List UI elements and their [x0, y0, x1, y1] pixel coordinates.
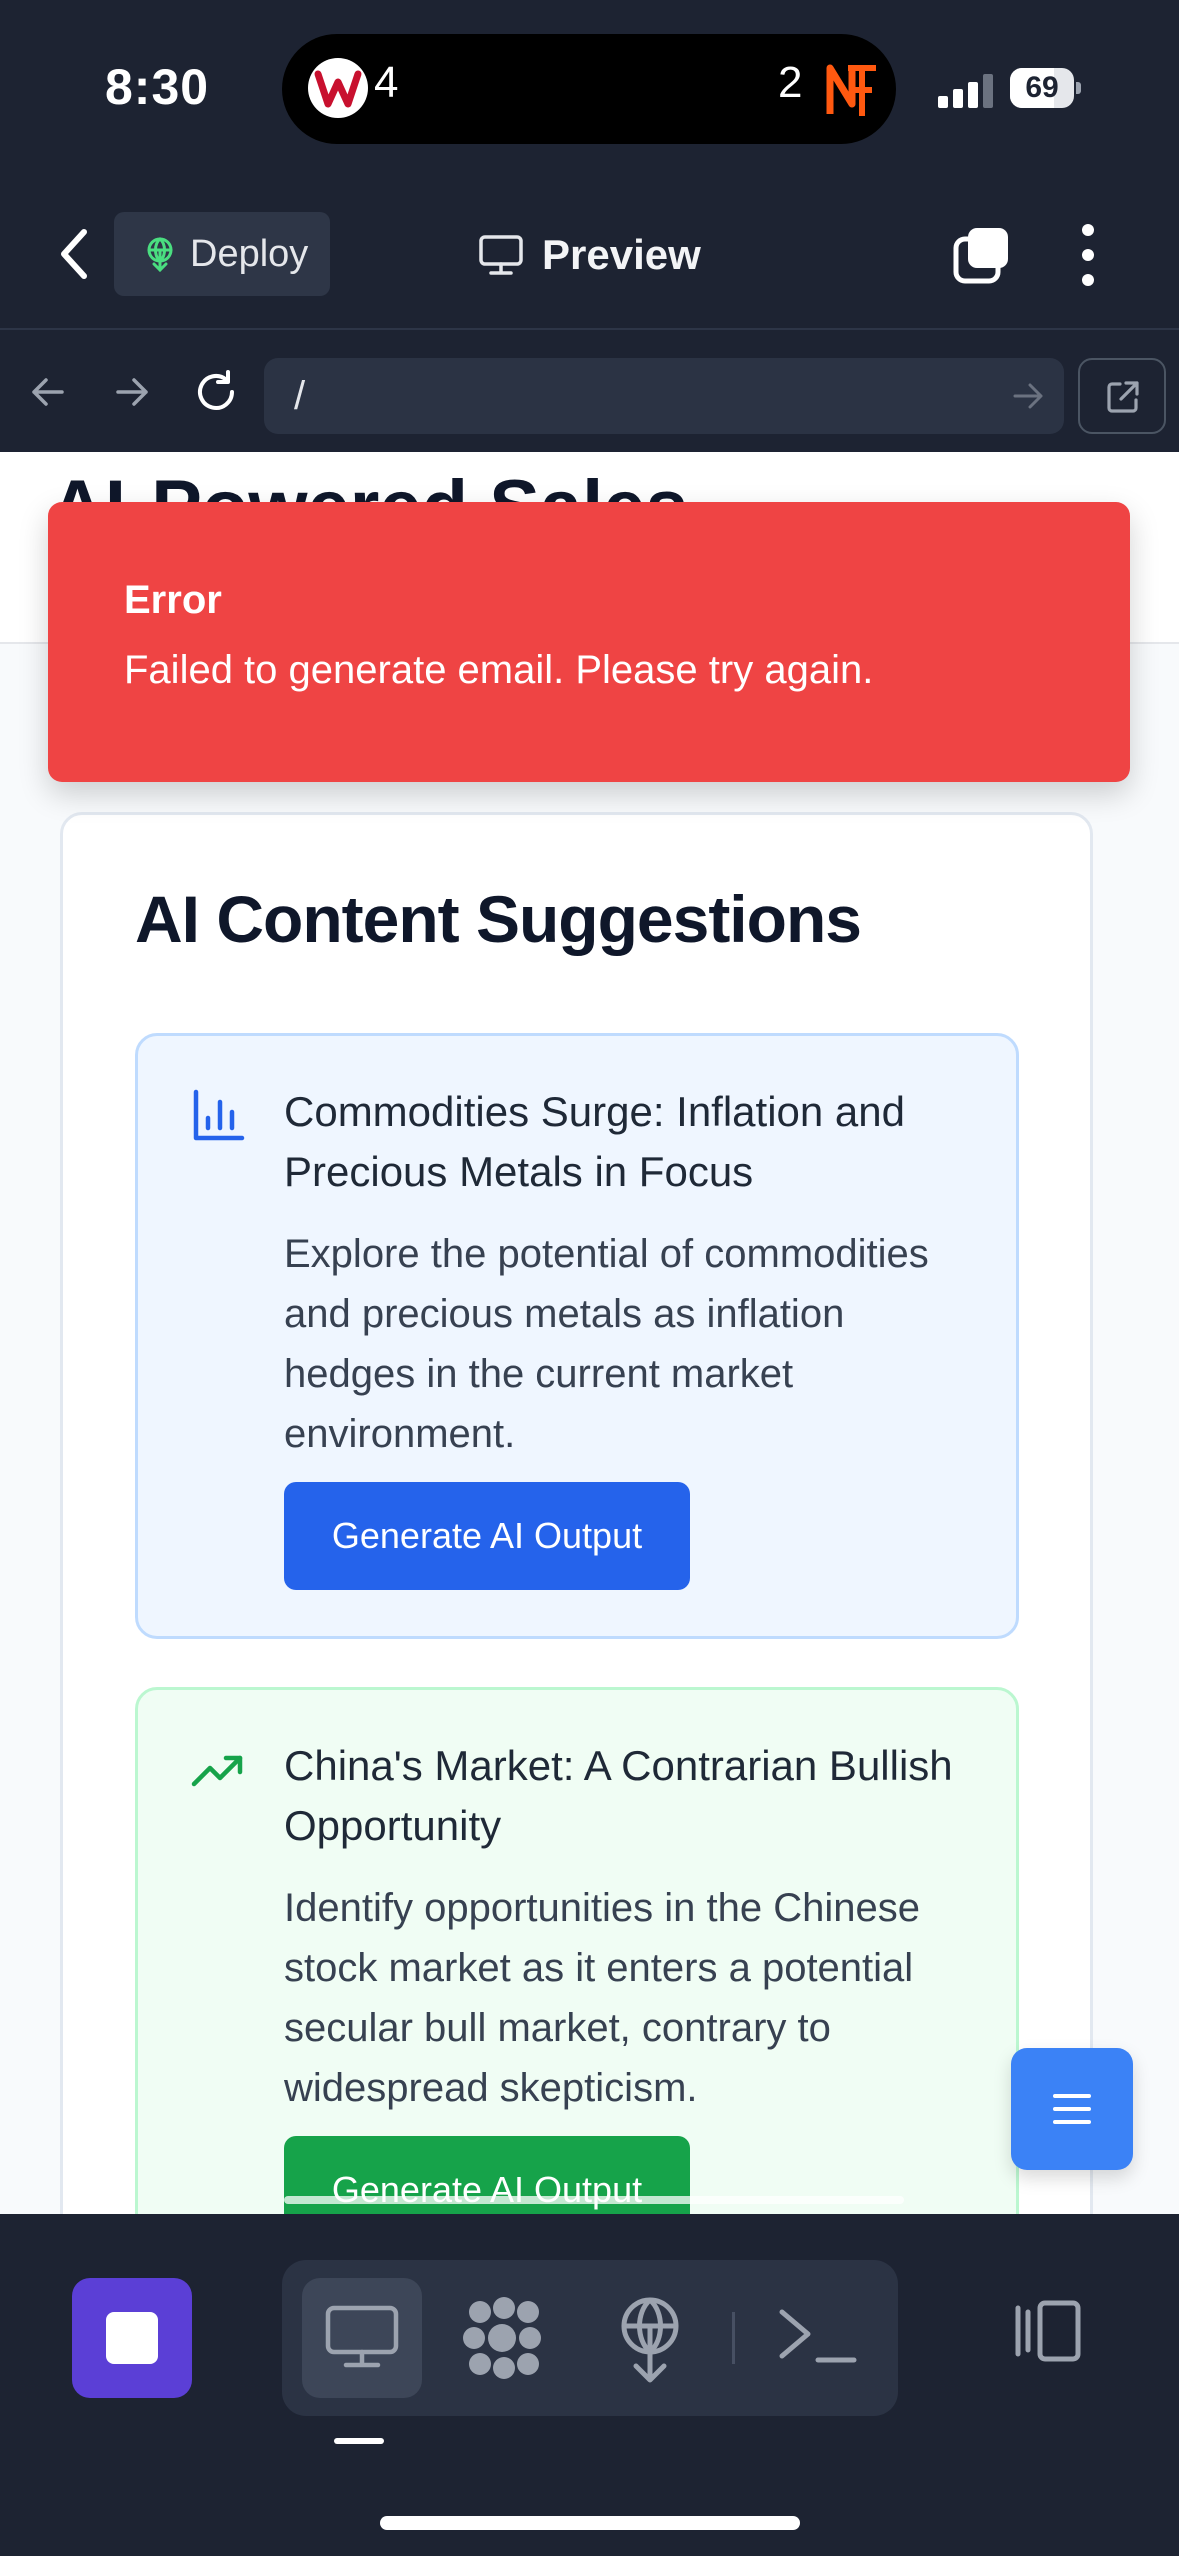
bar-chart-icon — [193, 1089, 245, 1141]
tool-switcher — [282, 2260, 898, 2416]
hamburger-menu-icon — [1053, 2094, 1091, 2124]
open-external-button[interactable] — [1078, 358, 1166, 434]
suggestion-title: China's Market: A Contrarian Bullish Opp… — [284, 1742, 953, 1849]
tabs-icon[interactable] — [952, 225, 1012, 285]
suggestion-description: Explore the potential of commodities and… — [284, 1232, 929, 1456]
monitor-icon — [479, 235, 523, 275]
right-team-score: 2 — [778, 58, 803, 107]
deploy-icon[interactable] — [600, 2288, 700, 2388]
url-bar[interactable]: / — [264, 358, 1064, 434]
suggestion-description: Identify opportunities in the Chinese st… — [284, 1886, 920, 2110]
active-tool-indicator — [334, 2438, 384, 2444]
arrow-right-icon[interactable] — [112, 372, 152, 412]
battery-icon: 69 — [1010, 68, 1074, 108]
mets-logo-icon — [826, 64, 876, 116]
home-indicator[interactable] — [380, 2516, 800, 2530]
menu-fab-button[interactable] — [1011, 2048, 1133, 2170]
go-arrow-icon[interactable] — [1010, 378, 1046, 414]
battery-level: 69 — [1025, 71, 1059, 104]
preview-tab[interactable]: Preview — [478, 220, 701, 290]
panel-toggle-icon[interactable] — [1010, 2298, 1084, 2364]
preview-label: Preview — [542, 231, 701, 278]
battery-indicator: 69 — [1010, 68, 1081, 108]
deploy-icon — [147, 237, 173, 272]
deploy-button[interactable]: Deploy — [114, 212, 330, 296]
error-title: Error — [124, 578, 222, 622]
status-bar: 8:30 4 2 69 — [0, 0, 1179, 170]
suggestion-item: China's Market: A Contrarian Bullish Opp… — [135, 1687, 1019, 2214]
dynamic-island-live-activity[interactable]: 4 2 — [282, 34, 896, 144]
ai-content-suggestions-card: AI Content Suggestions Commodities Surge… — [60, 812, 1093, 2214]
tool-preview-button[interactable] — [302, 2278, 422, 2398]
error-message: Failed to generate email. Please try aga… — [124, 648, 874, 692]
suggestions-heading: AI Content Suggestions — [135, 882, 862, 956]
error-toast[interactable]: Error Failed to generate email. Please t… — [48, 502, 1130, 782]
status-time: 8:30 — [105, 59, 210, 115]
reload-icon[interactable] — [192, 368, 240, 416]
app-header: Deploy Preview — [0, 170, 1179, 330]
terminal-icon[interactable] — [772, 2298, 862, 2378]
browser-nav-bar: / — [0, 332, 1179, 452]
chevron-left-icon[interactable] — [50, 224, 100, 284]
preview-webview: AI-Powered Sales AI Content Suggestions … — [0, 452, 1179, 2214]
monitor-icon — [325, 2305, 399, 2368]
stop-button[interactable] — [72, 2278, 192, 2398]
toolbar-divider — [732, 2312, 735, 2364]
suggestion-item: Commodities Surge: Inflation and Preciou… — [135, 1033, 1019, 1639]
bottom-toolbar — [0, 2214, 1179, 2556]
nationals-logo-icon — [308, 58, 368, 118]
cellular-signal-icon — [938, 74, 993, 108]
stop-icon — [106, 2312, 158, 2364]
external-link-icon — [1107, 381, 1139, 413]
left-team-score: 4 — [374, 58, 399, 107]
deploy-label: Deploy — [190, 232, 309, 275]
generate-ai-output-button[interactable]: Generate AI Output — [284, 1482, 690, 1590]
integrations-icon[interactable] — [452, 2288, 552, 2388]
scroll-indicator — [284, 2196, 904, 2204]
battery-nub — [1076, 82, 1081, 94]
vertical-ellipsis-icon[interactable] — [1080, 222, 1096, 288]
trending-up-icon — [191, 1755, 243, 1787]
suggestion-title: Commodities Surge: Inflation and Preciou… — [284, 1088, 905, 1195]
url-input[interactable]: / — [294, 374, 305, 419]
arrow-left-icon[interactable] — [28, 372, 68, 412]
